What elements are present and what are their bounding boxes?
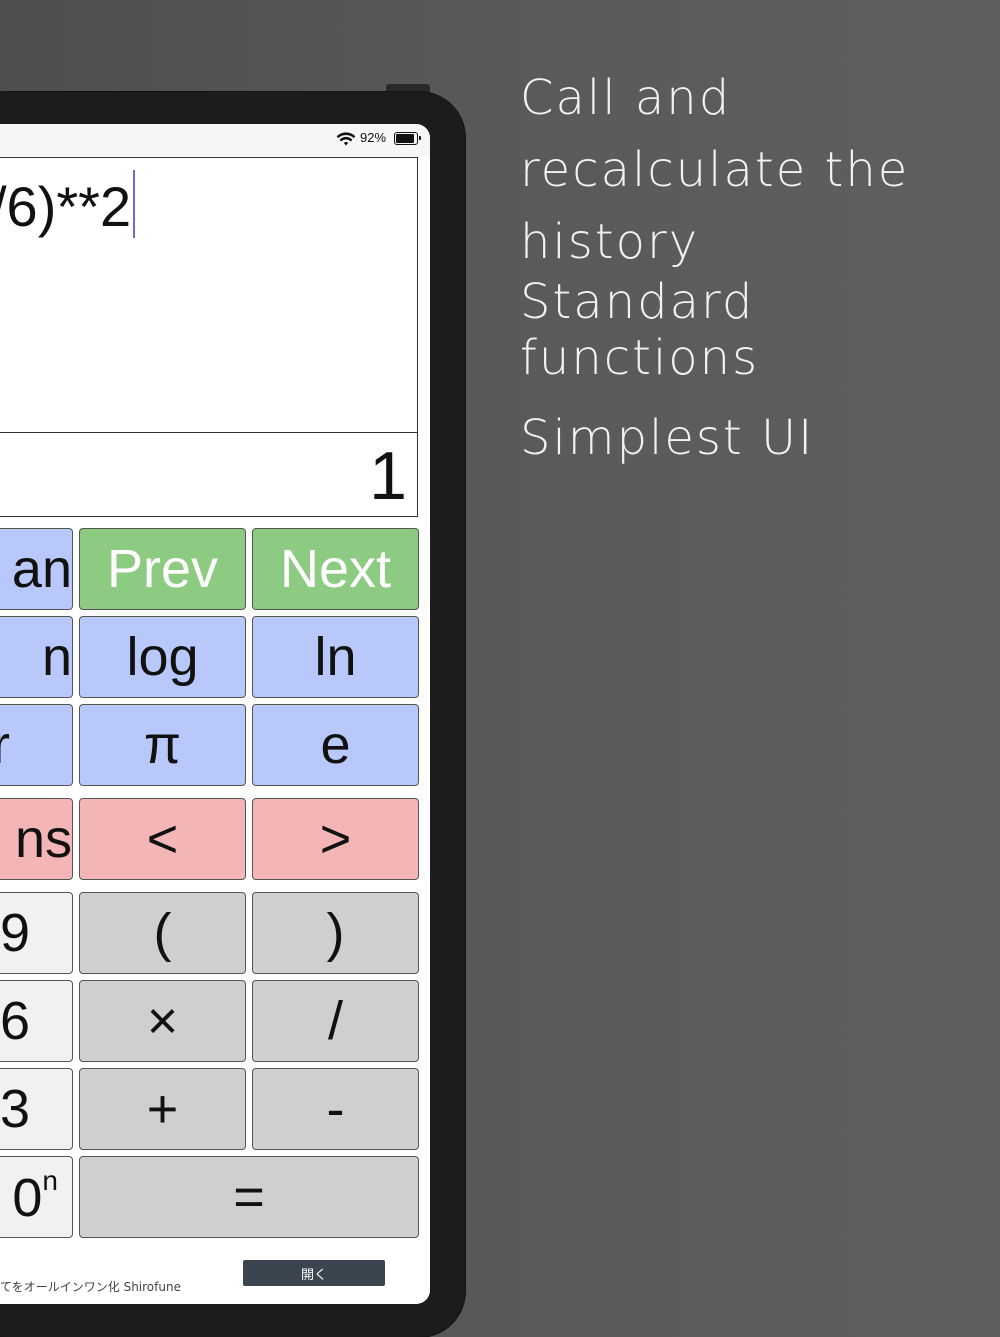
cursor-right-key[interactable]: > bbox=[252, 798, 419, 880]
cursor-left-key[interactable]: < bbox=[79, 798, 246, 880]
device-screen: 92% */6)**2 1 an Prev Next n log ln r π … bbox=[0, 124, 430, 1304]
promo-ui-text: Simplest UI bbox=[520, 410, 815, 466]
tan-key-label: an bbox=[11, 539, 72, 599]
digit-9-key[interactable]: 9 bbox=[0, 892, 73, 974]
close-paren-key[interactable]: ) bbox=[252, 892, 419, 974]
ad-open-button[interactable]: 開く bbox=[243, 1260, 385, 1286]
battery-cap bbox=[419, 136, 421, 140]
wifi-icon bbox=[336, 132, 356, 146]
divide-key[interactable]: / bbox=[252, 980, 419, 1062]
battery-icon bbox=[394, 132, 418, 145]
next-key-label: Next bbox=[279, 539, 392, 599]
log-key[interactable]: log bbox=[79, 616, 246, 698]
open-paren-key[interactable]: ( bbox=[79, 892, 246, 974]
ad-banner[interactable]: てをオールインワン化 Shirofune 開く bbox=[0, 1246, 430, 1304]
promo-history-text: Call and recalculate the history bbox=[520, 70, 910, 270]
minus-key-label: - bbox=[326, 1079, 345, 1139]
digit-3-key[interactable]: 3 bbox=[0, 1068, 73, 1150]
ans-key-label: ns bbox=[14, 809, 72, 869]
result-display: 1 bbox=[0, 433, 418, 517]
digit-6-key[interactable]: 6 bbox=[0, 980, 73, 1062]
e-key-label: e bbox=[320, 715, 351, 775]
multiply-key-label: × bbox=[146, 991, 179, 1051]
sqrt-key[interactable]: r bbox=[0, 704, 73, 786]
prev-key-label: Prev bbox=[106, 539, 219, 599]
ten-power-key[interactable]: 0n bbox=[0, 1156, 73, 1238]
pi-key[interactable]: π bbox=[79, 704, 246, 786]
equals-key[interactable]: = bbox=[79, 1156, 419, 1238]
multiply-key[interactable]: × bbox=[79, 980, 246, 1062]
plus-key-label: + bbox=[146, 1079, 179, 1139]
text-cursor bbox=[133, 170, 136, 238]
ten-power-key-base: 0 bbox=[12, 1168, 43, 1228]
expression-text-wrapper: */6)**2 bbox=[0, 170, 136, 239]
expression-text: /6)**2 bbox=[0, 175, 132, 238]
plus-key[interactable]: + bbox=[79, 1068, 246, 1150]
open-paren-key-label: ( bbox=[153, 903, 172, 963]
divide-key-label: / bbox=[327, 991, 343, 1051]
digit-3-key-label: 3 bbox=[0, 1079, 30, 1139]
pi-key-label: π bbox=[143, 715, 182, 775]
status-bar: 92% bbox=[0, 124, 430, 156]
battery-level-fill bbox=[396, 134, 414, 143]
log-key-label: log bbox=[126, 627, 199, 687]
sin-key-label: n bbox=[41, 627, 72, 687]
expression-input[interactable]: */6)**2 bbox=[0, 157, 418, 433]
cursor-right-key-label: > bbox=[319, 809, 352, 869]
promo-functions-text: Standard functions bbox=[520, 274, 760, 386]
digit-6-key-label: 6 bbox=[0, 991, 30, 1051]
next-key[interactable]: Next bbox=[252, 528, 419, 610]
sqrt-key-label: r bbox=[0, 714, 10, 776]
ans-key[interactable]: ns bbox=[0, 798, 73, 880]
digit-9-key-label: 9 bbox=[0, 903, 30, 963]
ten-power-key-sup: n bbox=[42, 1165, 58, 1196]
close-paren-key-label: ) bbox=[326, 903, 345, 963]
e-key[interactable]: e bbox=[252, 704, 419, 786]
ad-text: てをオールインワン化 Shirofune bbox=[0, 1280, 181, 1294]
result-value: 1 bbox=[369, 438, 407, 514]
prev-key[interactable]: Prev bbox=[79, 528, 246, 610]
sin-key[interactable]: n bbox=[0, 616, 73, 698]
tan-key[interactable]: an bbox=[0, 528, 73, 610]
cursor-left-key-label: < bbox=[146, 809, 179, 869]
battery-percent: 92% bbox=[360, 130, 387, 145]
ln-key[interactable]: ln bbox=[252, 616, 419, 698]
ln-key-label: ln bbox=[314, 627, 357, 687]
equals-key-label: = bbox=[233, 1167, 265, 1227]
minus-key[interactable]: - bbox=[252, 1068, 419, 1150]
